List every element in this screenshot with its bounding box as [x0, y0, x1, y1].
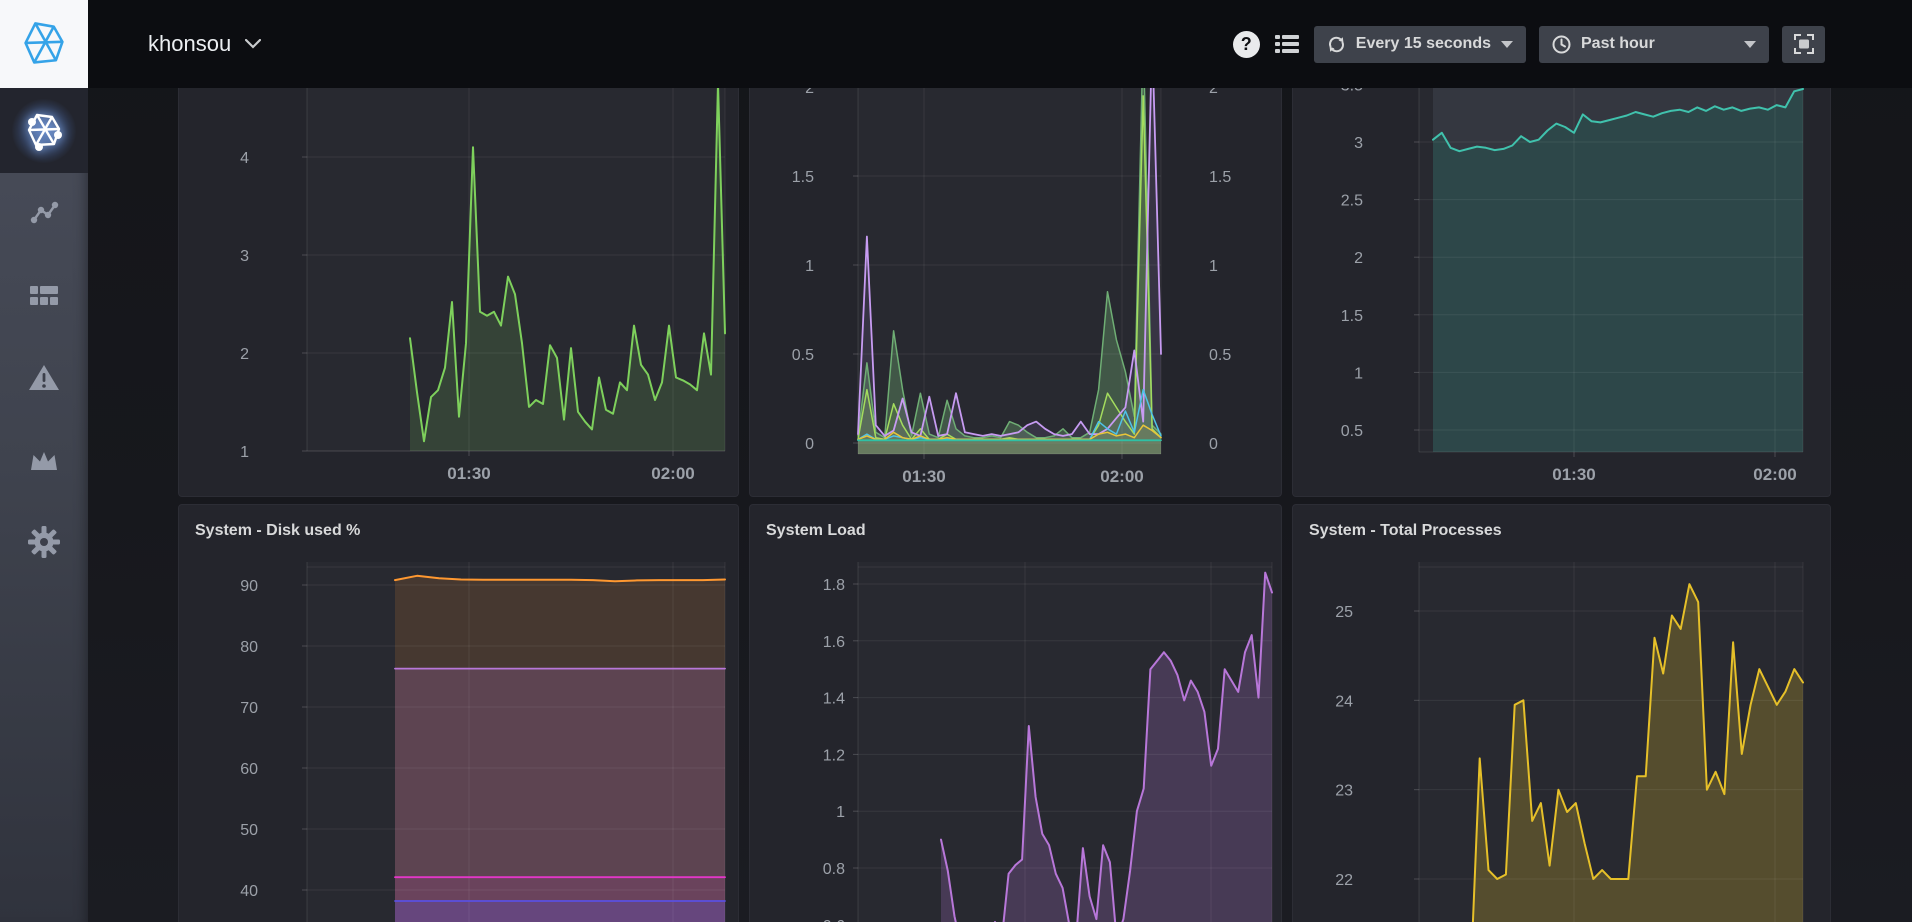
dashboard-grid: 123401:3002:00 00.511.5200.511.5201:3002… [88, 88, 1912, 922]
svg-text:0: 0 [1209, 436, 1218, 453]
svg-text:4: 4 [240, 150, 249, 167]
logo-polyhedron-icon [18, 18, 70, 70]
clock-icon [1552, 35, 1571, 54]
panel-3: 0.5 1 1.5 2 2.5 3 3.5 01:30 02:00 [1292, 88, 1831, 497]
panel-2: 0 0.5 1 1.5 2 0 0.5 1 1.5 2 01:30 02:00 [749, 88, 1282, 497]
sparkline-icon [29, 200, 59, 228]
svg-text:3: 3 [1354, 135, 1363, 152]
svg-text:40: 40 [240, 883, 258, 900]
svg-text:22: 22 [1335, 872, 1353, 889]
panel-row-2: System - Disk used % 40 50 60 70 80 90 System… [178, 504, 1912, 922]
svg-text:60: 60 [240, 761, 258, 778]
svg-text:50: 50 [240, 822, 258, 839]
help-button[interactable]: ? [1233, 31, 1260, 58]
svg-text:90: 90 [240, 578, 258, 595]
svg-text:02:00: 02:00 [651, 464, 694, 483]
panel-row-1: 1 2 3 4 01:30 02:00 0 0.5 1 1.5 2 0 0.5 1 1.5 2 01:30 02… [178, 88, 1912, 497]
svg-text:23: 23 [1335, 783, 1353, 800]
svg-text:1: 1 [805, 258, 814, 275]
svg-text:0.5: 0.5 [1341, 423, 1363, 440]
chart-canvas-1[interactable]: 1 2 3 4 01:30 02:00 [179, 88, 738, 495]
dashboard-title: khonsou [148, 31, 231, 57]
network-icon [22, 109, 66, 153]
panel-system-total-processes: System - Total Processes 22 23 24 25 [1292, 504, 1831, 922]
list-icon [1275, 34, 1299, 54]
sidebar-item-dashboards[interactable] [0, 255, 88, 337]
sidebar [0, 88, 88, 922]
panel-system-load: System Load 0.6 0.8 1 1.2 1.4 1.6 1.8 [749, 504, 1282, 922]
svg-text:2: 2 [240, 346, 249, 363]
svg-text:2: 2 [805, 88, 814, 97]
svg-text:1.8: 1.8 [823, 577, 845, 594]
panel-title[interactable]: System - Disk used % [195, 522, 360, 540]
sidebar-item-home[interactable] [0, 88, 88, 173]
caret-down-icon [1744, 41, 1756, 48]
tiles-icon [29, 285, 59, 307]
panel-list-button[interactable] [1273, 30, 1301, 58]
svg-text:02:00: 02:00 [1753, 465, 1796, 484]
refresh-interval-button[interactable]: Every 15 seconds [1314, 26, 1526, 63]
svg-text:1.6: 1.6 [823, 634, 845, 651]
svg-text:1: 1 [1209, 258, 1218, 275]
svg-text:02:00: 02:00 [1100, 467, 1143, 486]
svg-text:24: 24 [1335, 693, 1353, 710]
panel-title[interactable]: System Load [766, 522, 866, 540]
fullscreen-button[interactable] [1782, 26, 1825, 63]
sidebar-item-metrics[interactable] [0, 173, 88, 255]
gear-icon [28, 526, 60, 558]
chart-canvas-3[interactable]: 0.5 1 1.5 2 2.5 3 3.5 01:30 02:00 [1293, 88, 1830, 495]
chart-canvas-2[interactable]: 0 0.5 1 1.5 2 0 0.5 1 1.5 2 01:30 02:00 [750, 88, 1281, 495]
topbar-actions: ? Every 15 seconds [1233, 26, 1825, 63]
svg-text:3: 3 [240, 248, 249, 265]
svg-text:2: 2 [1354, 250, 1363, 267]
expand-icon [1793, 33, 1815, 55]
svg-text:1.5: 1.5 [1341, 308, 1363, 325]
svg-text:01:30: 01:30 [1552, 465, 1595, 484]
svg-text:1: 1 [240, 444, 249, 461]
sidebar-item-premium[interactable] [0, 419, 88, 501]
svg-text:3.5: 3.5 [1341, 88, 1363, 94]
svg-text:1.4: 1.4 [823, 691, 845, 708]
panel-title[interactable]: System - Total Processes [1309, 522, 1502, 540]
svg-text:0.5: 0.5 [1209, 347, 1231, 364]
help-icon: ? [1241, 34, 1252, 55]
svg-text:1: 1 [1354, 365, 1363, 382]
svg-text:01:30: 01:30 [902, 467, 945, 486]
svg-text:1.5: 1.5 [792, 169, 814, 186]
svg-text:0.5: 0.5 [792, 347, 814, 364]
app-logo[interactable] [0, 0, 88, 88]
svg-text:1.2: 1.2 [823, 747, 845, 764]
sidebar-item-alerts[interactable] [0, 337, 88, 419]
svg-text:1: 1 [836, 804, 845, 821]
svg-text:80: 80 [240, 639, 258, 656]
refresh-icon [1327, 35, 1346, 54]
panel-system-disk-used: System - Disk used % 40 50 60 70 80 90 [178, 504, 739, 922]
panel-1: 1 2 3 4 01:30 02:00 [178, 88, 739, 497]
time-range-label: Past hour [1581, 35, 1655, 53]
svg-text:0: 0 [805, 436, 814, 453]
chart-canvas-6[interactable]: 22 23 24 25 [1293, 562, 1830, 922]
chart-canvas-4[interactable]: 40 50 60 70 80 90 [179, 562, 738, 922]
refresh-interval-label: Every 15 seconds [1356, 35, 1491, 53]
svg-text:0.8: 0.8 [823, 861, 845, 878]
svg-text:0.6: 0.6 [823, 918, 845, 922]
svg-text:2: 2 [1209, 88, 1218, 97]
svg-text:2.5: 2.5 [1341, 193, 1363, 210]
time-range-button[interactable]: Past hour [1539, 26, 1769, 63]
svg-text:1.5: 1.5 [1209, 169, 1231, 186]
caret-down-icon [1501, 41, 1513, 48]
svg-text:01:30: 01:30 [447, 464, 490, 483]
top-bar: khonsou ? [0, 0, 1912, 88]
crown-icon [29, 449, 59, 471]
chart-canvas-5[interactable]: 0.6 0.8 1 1.2 1.4 1.6 1.8 [750, 562, 1281, 922]
sidebar-item-settings[interactable] [0, 501, 88, 583]
warning-triangle-icon [28, 364, 60, 392]
svg-text:70: 70 [240, 700, 258, 717]
dashboard-title-dropdown[interactable]: khonsou [148, 31, 261, 57]
chevron-down-icon [245, 39, 261, 49]
svg-text:25: 25 [1335, 604, 1353, 621]
